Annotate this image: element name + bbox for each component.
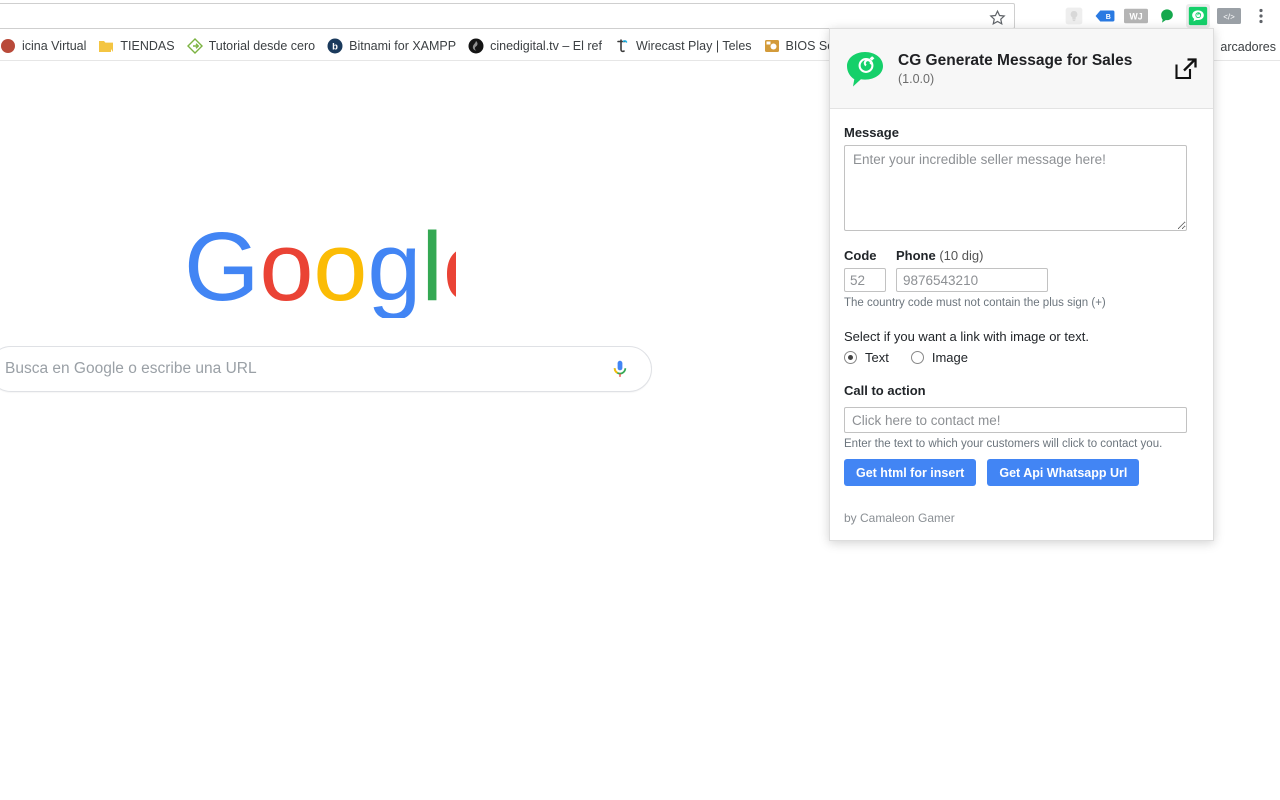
code-input[interactable]	[844, 268, 886, 292]
cinedigital-favicon	[468, 38, 484, 54]
bookmark-item[interactable]: BIOS Se	[758, 34, 841, 58]
phone-input[interactable]	[896, 268, 1048, 292]
phone-help-text: The country code must not contain the pl…	[844, 297, 1106, 309]
cg-whatsapp-extension-icon[interactable]	[1186, 4, 1210, 28]
popup-title-block: CG Generate Message for Sales (1.0.0)	[898, 51, 1173, 86]
popup-version: (1.0.0)	[898, 72, 935, 86]
message-label: Message	[844, 125, 899, 140]
phone-label: Phone (10 dig)	[896, 248, 1048, 263]
bookmark-item[interactable]: Tutorial desde cero	[181, 34, 322, 58]
phone-row: Code Phone (10 dig)	[844, 248, 1199, 292]
bookmark-label: Wirecast Play | Teles	[635, 39, 752, 53]
green-diamond-favicon	[186, 38, 203, 54]
bitnami-favicon: b	[327, 38, 343, 54]
popup-title: CG Generate Message for Sales	[898, 52, 1133, 69]
extension-popup: CG Generate Message for Sales (1.0.0) Me…	[829, 28, 1214, 541]
call-to-action-help-text: Enter the text to which your customers w…	[844, 438, 1163, 450]
bookmark-label: BIOS Se	[785, 39, 835, 53]
popup-header: CG Generate Message for Sales (1.0.0)	[830, 29, 1213, 109]
other-bookmarks-button[interactable]: arcadores	[1220, 35, 1276, 59]
link-type-label: Select if you want a link with image or …	[844, 329, 1089, 344]
bookmark-label: cinedigital.tv – El ref	[490, 39, 602, 53]
bookmark-label: icina Virtual	[22, 39, 87, 53]
chrome-menu-icon[interactable]	[1249, 4, 1273, 28]
bookmark-item[interactable]: TIENDAS	[92, 34, 180, 58]
folder-favicon	[98, 38, 114, 54]
svg-text:Google: Google	[184, 226, 456, 318]
phone-label-suffix: (10 dig)	[935, 248, 984, 263]
green-drop-extension-icon[interactable]	[1155, 4, 1179, 28]
bookmark-star-icon[interactable]	[989, 9, 1006, 26]
radio-label-image: Image	[931, 350, 968, 365]
svg-text:b: b	[332, 42, 338, 53]
call-to-action-input[interactable]	[844, 407, 1187, 433]
lightbulb-extension-icon[interactable]	[1062, 4, 1086, 28]
svg-text:</>: </>	[1223, 13, 1235, 22]
cg-chat-bubble-logo	[844, 49, 886, 89]
bookmark-label: Tutorial desde cero	[208, 39, 316, 53]
search-box[interactable]: Busca en Google o escribe una URL	[0, 346, 652, 392]
radio-option-image[interactable]: Image	[910, 350, 968, 365]
phone-field-group: Phone (10 dig)	[896, 248, 1048, 292]
bookmark-item[interactable]: b Bitnami for XAMPP	[321, 34, 462, 58]
radio-dot-image-icon[interactable]	[910, 351, 924, 364]
address-bar[interactable]	[0, 3, 1015, 29]
call-to-action-label: Call to action	[844, 383, 926, 398]
other-bookmarks-label: arcadores	[1220, 40, 1276, 54]
code-extension-icon[interactable]: </>	[1217, 4, 1241, 28]
radio-dot-text-icon[interactable]	[844, 351, 857, 364]
svg-text:WJ: WJ	[1129, 12, 1142, 22]
bookmark-item[interactable]: Wirecast Play | Teles	[608, 34, 758, 58]
action-buttons-row: Get html for insert Get Api Whatsapp Url	[844, 459, 1199, 486]
globe-favicon	[0, 38, 16, 54]
bios-favicon	[764, 38, 780, 54]
popup-credit: by Camaleon Gamer	[844, 511, 955, 525]
call-to-action-group: Call to action Enter the text to which y…	[844, 383, 1199, 450]
code-field-group: Code	[844, 248, 886, 292]
bookmark-label: Bitnami for XAMPP	[349, 39, 457, 53]
message-textarea[interactable]	[844, 145, 1187, 231]
phone-label-text: Phone	[896, 248, 936, 263]
microphone-icon[interactable]	[609, 357, 631, 381]
telestream-favicon	[614, 38, 630, 54]
wj-extension-icon[interactable]: WJ	[1124, 4, 1148, 28]
search-input-placeholder[interactable]: Busca en Google o escribe una URL	[5, 360, 609, 378]
link-type-radio-group: Text Image	[844, 350, 1199, 365]
bookmark-item[interactable]: icina Virtual	[0, 34, 92, 58]
radio-label-text: Text	[865, 350, 889, 365]
google-logo: Google	[184, 212, 497, 321]
bluetag-extension-icon[interactable]: B	[1093, 4, 1117, 28]
open-in-new-window-icon[interactable]	[1173, 56, 1199, 82]
radio-option-text[interactable]: Text	[844, 350, 889, 365]
bookmark-item[interactable]: cinedigital.tv – El ref	[462, 34, 608, 58]
code-label: Code	[844, 248, 877, 263]
get-html-for-insert-button[interactable]: Get html for insert	[844, 459, 977, 486]
popup-body: Message Code Phone (10 dig) The country …	[830, 109, 1213, 486]
svg-text:B: B	[1106, 14, 1111, 21]
bookmark-label: TIENDAS	[120, 39, 175, 53]
get-api-whatsapp-url-button[interactable]: Get Api Whatsapp Url	[987, 459, 1140, 486]
